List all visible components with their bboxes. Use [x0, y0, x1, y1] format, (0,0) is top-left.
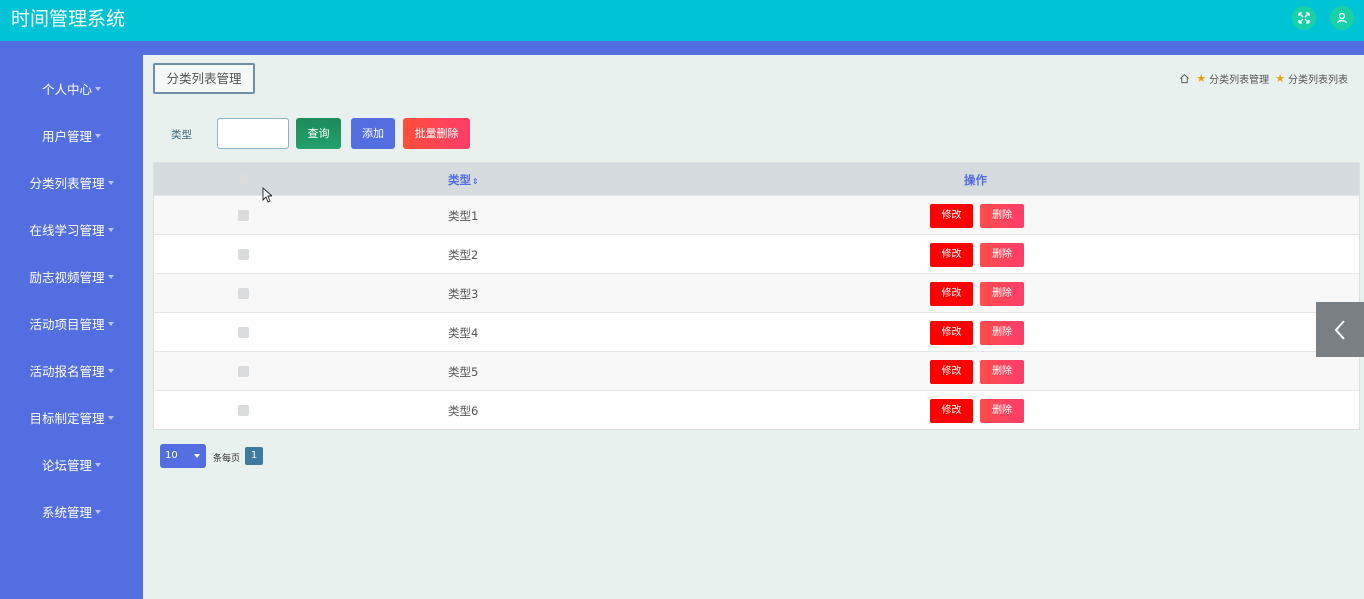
- main-content: 分类列表管理 ★ 分类列表管理 ★ 分类列表列表 类型 查询 添加 批量删除 类…: [143, 55, 1364, 599]
- table-row: 类型3 修改 删除: [154, 273, 1359, 312]
- chevron-down-icon: [194, 454, 200, 458]
- edit-button[interactable]: 修改: [930, 360, 973, 384]
- caret-down-icon: [95, 87, 101, 91]
- chevron-left-icon: [1334, 319, 1345, 340]
- caret-down-icon: [107, 369, 114, 373]
- fullscreen-button[interactable]: [1292, 6, 1316, 30]
- table-row: 类型4 修改 删除: [154, 312, 1359, 351]
- collapse-handle[interactable]: [1316, 302, 1364, 357]
- type-filter-input[interactable]: [217, 118, 289, 149]
- sidebar-item-categories[interactable]: 分类列表管理: [0, 175, 143, 193]
- edit-button[interactable]: 修改: [930, 282, 973, 306]
- type-cell: 类型4: [448, 326, 479, 340]
- sidebar-item-label: 在线学习管理: [29, 223, 105, 238]
- add-button[interactable]: 添加: [351, 118, 395, 149]
- type-cell: 类型6: [448, 404, 479, 418]
- sidebar-item-goals[interactable]: 目标制定管理: [0, 410, 143, 428]
- breadcrumb-item: 分类列表列表: [1288, 75, 1348, 86]
- mouse-cursor-icon: [262, 187, 272, 203]
- delete-button[interactable]: 删除: [980, 360, 1024, 384]
- caret-down-icon: [95, 463, 101, 467]
- delete-button[interactable]: 删除: [980, 321, 1024, 345]
- edit-button[interactable]: 修改: [930, 321, 973, 345]
- type-cell: 类型1: [448, 209, 479, 223]
- star-icon: ★: [1196, 72, 1207, 85]
- caret-down-icon: [95, 510, 101, 514]
- edit-button[interactable]: 修改: [930, 204, 973, 228]
- sidebar-item-online-learning[interactable]: 在线学习管理: [0, 222, 143, 240]
- header-strip: [0, 41, 1364, 55]
- sidebar-item-personal-center[interactable]: 个人中心: [0, 81, 143, 99]
- table-header: 类型⇕ 操作: [154, 163, 1359, 195]
- table-row: 类型6 修改 删除: [154, 390, 1359, 429]
- sidebar-item-label: 用户管理: [41, 129, 92, 144]
- caret-down-icon: [107, 416, 114, 420]
- page-size-select[interactable]: 10: [160, 444, 206, 468]
- caret-down-icon: [107, 275, 114, 279]
- type-column-header[interactable]: 类型⇕: [448, 172, 479, 188]
- query-button[interactable]: 查询: [296, 118, 341, 149]
- sidebar-item-label: 论坛管理: [41, 458, 92, 473]
- sidebar-item-label: 励志视频管理: [29, 270, 105, 285]
- row-checkbox[interactable]: [238, 327, 249, 338]
- sidebar-item-label: 个人中心: [41, 82, 92, 97]
- sidebar-item-videos[interactable]: 励志视频管理: [0, 269, 143, 287]
- star-icon: ★: [1275, 72, 1285, 85]
- row-checkbox[interactable]: [238, 249, 249, 260]
- table-row: 类型1 修改 删除: [154, 195, 1359, 234]
- delete-button[interactable]: 删除: [980, 282, 1024, 306]
- sidebar-item-forum[interactable]: 论坛管理: [0, 457, 143, 475]
- sidebar: 个人中心 用户管理 分类列表管理 在线学习管理 励志视频管理 活动项目管理 活动…: [0, 55, 143, 599]
- type-cell: 类型2: [448, 248, 479, 262]
- fullscreen-icon: [1298, 12, 1310, 24]
- delete-button[interactable]: 删除: [980, 399, 1024, 423]
- row-checkbox[interactable]: [238, 288, 249, 299]
- top-header: 时间管理系统: [0, 0, 1364, 41]
- sidebar-item-system[interactable]: 系统管理: [0, 504, 143, 522]
- sidebar-item-label: 分类列表管理: [29, 176, 105, 191]
- caret-down-icon: [107, 228, 114, 232]
- page-size-value: 10: [165, 450, 178, 461]
- sort-icon: ⇕: [472, 177, 479, 186]
- breadcrumb: ★ 分类列表管理 ★ 分类列表列表: [1179, 71, 1348, 86]
- edit-button[interactable]: 修改: [930, 399, 973, 423]
- sidebar-item-registrations[interactable]: 活动报名管理: [0, 363, 143, 381]
- per-page-label: 条每页: [213, 454, 241, 464]
- page-number-button[interactable]: 1: [245, 447, 263, 465]
- caret-down-icon: [107, 322, 114, 326]
- user-icon: [1336, 12, 1348, 24]
- user-button[interactable]: [1330, 6, 1354, 30]
- sidebar-item-label: 系统管理: [41, 505, 92, 520]
- category-table: 类型⇕ 操作 类型1 修改 删除 类型2 修改 删除 类型3 修改 删除 类型4…: [153, 162, 1360, 430]
- type-header-label: 类型: [448, 173, 471, 187]
- app-title: 时间管理系统: [11, 8, 126, 30]
- sidebar-item-activities[interactable]: 活动项目管理: [0, 316, 143, 334]
- edit-button[interactable]: 修改: [930, 243, 973, 267]
- sidebar-item-label: 活动项目管理: [29, 317, 105, 332]
- breadcrumb-item[interactable]: 分类列表管理: [1209, 71, 1269, 86]
- delete-button[interactable]: 删除: [980, 204, 1024, 228]
- page-tab[interactable]: 分类列表管理: [153, 63, 255, 94]
- type-cell: 类型5: [448, 365, 479, 379]
- batch-delete-button[interactable]: 批量删除: [403, 118, 470, 149]
- row-checkbox[interactable]: [238, 366, 249, 377]
- delete-button[interactable]: 删除: [980, 243, 1024, 267]
- type-cell: 类型3: [448, 287, 479, 301]
- sidebar-item-label: 目标制定管理: [29, 411, 105, 426]
- select-all-checkbox[interactable]: [238, 173, 249, 184]
- row-checkbox[interactable]: [238, 405, 249, 416]
- caret-down-icon: [107, 181, 114, 185]
- actions-column-header: 操作: [964, 173, 987, 187]
- home-icon[interactable]: [1179, 73, 1190, 84]
- type-filter-label: 类型: [171, 129, 192, 141]
- row-checkbox[interactable]: [238, 210, 249, 221]
- table-row: 类型2 修改 删除: [154, 234, 1359, 273]
- caret-down-icon: [95, 134, 101, 138]
- sidebar-item-label: 活动报名管理: [29, 364, 105, 379]
- sidebar-item-users[interactable]: 用户管理: [0, 128, 143, 146]
- table-row: 类型5 修改 删除: [154, 351, 1359, 390]
